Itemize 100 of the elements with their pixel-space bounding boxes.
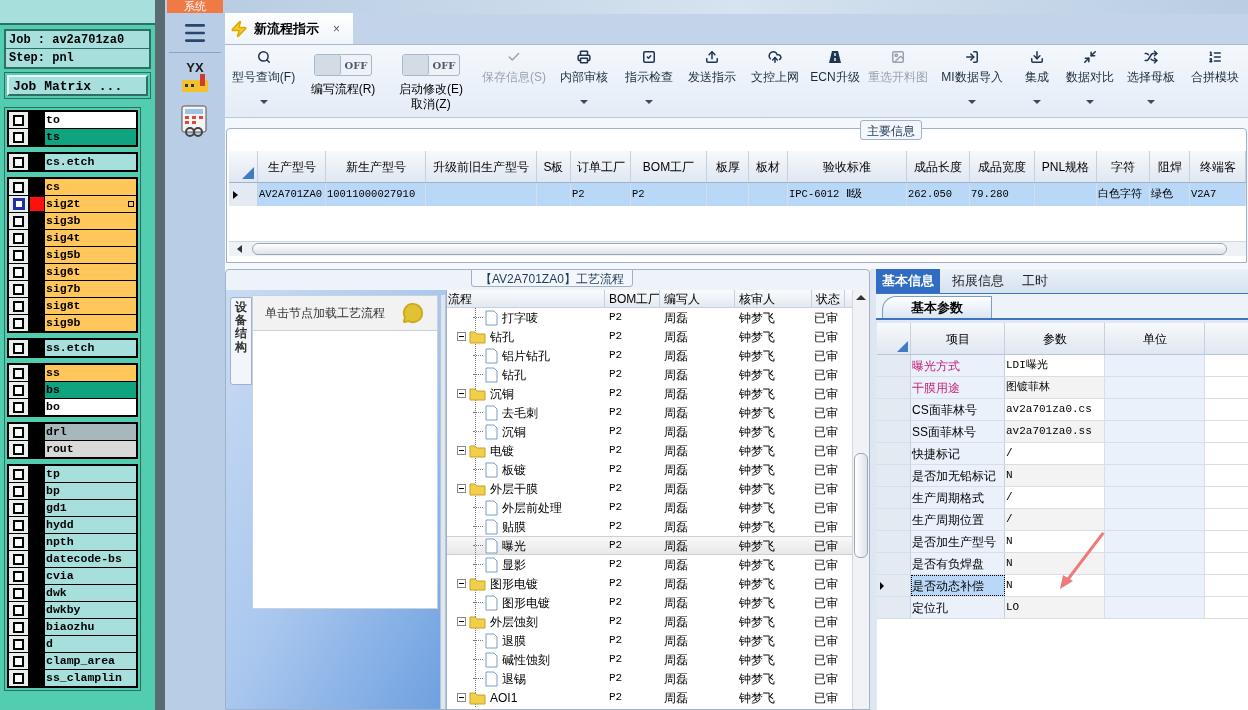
toolbar-button[interactable]: 集成 [1012,45,1062,117]
process-row[interactable]: 外层前处理 P2 周磊 钟梦飞 已审 [447,498,852,517]
tab[interactable]: 工时 [1016,269,1054,293]
column-header[interactable]: 状态 [812,290,845,307]
column-header[interactable]: 项目 [911,323,1005,354]
layer-row[interactable]: ss.etch [9,340,136,356]
layer-checkbox[interactable] [13,553,24,565]
layer-checkbox[interactable] [13,536,24,548]
layer-checkbox[interactable] [13,502,24,514]
toggle-switch[interactable]: OFF [314,54,372,76]
layer-row[interactable]: bo [9,399,136,415]
layer-name[interactable]: tp [45,466,136,482]
layer-name[interactable]: sig2t [45,196,136,212]
collapse-icon[interactable] [457,617,466,626]
layer-row[interactable]: cvia [9,568,136,584]
document-tab[interactable]: 新流程指示 × [225,13,353,44]
layer-checkbox[interactable] [13,317,24,329]
column-header[interactable]: 板厚 [707,151,749,182]
vertical-scrollbar[interactable] [852,290,869,709]
process-row[interactable]: 沉铜 P2 周磊 钟梦飞 已审 [447,422,852,441]
toggle-switch[interactable]: OFF [402,54,460,76]
layer-name[interactable]: bp [45,483,136,499]
vertical-tab[interactable]: 设备结构 [230,297,252,385]
layer-checkbox[interactable] [13,342,24,354]
toolbar-button[interactable]: 选择母板 [1118,45,1184,117]
toggle-label[interactable]: 取消(Z) [411,97,451,112]
toolbar-button[interactable]: 内部审核 [550,45,618,117]
column-header[interactable]: 成品宽度 [970,151,1035,182]
layer-name[interactable]: ss [45,365,136,381]
layer-row[interactable]: ss_clamplin [9,670,136,686]
layer-checkbox[interactable] [13,519,24,531]
layer-checkbox[interactable] [13,181,24,193]
layer-name[interactable]: dwk [45,585,136,601]
process-row[interactable]: 显影 P2 周磊 钟梦飞 已审 [447,555,852,574]
layer-name[interactable]: ts [45,129,136,145]
layer-row[interactable]: bs [9,382,136,398]
layer-row[interactable]: sig8t [9,298,136,314]
layer-row[interactable]: ts [9,129,136,145]
layer-name[interactable]: sig3b [45,213,136,229]
layer-name[interactable]: ss_clamplin [45,670,136,686]
layer-row[interactable]: sig7b [9,281,136,297]
process-row[interactable]: 板镀 P2 周磊 钟梦飞 已审 [447,460,852,479]
layer-checkbox[interactable] [13,672,24,684]
layer-row[interactable]: rout [9,441,136,457]
layer-name[interactable]: dwkby [45,602,136,618]
factory-logo[interactable]: YX [179,61,211,95]
layer-checkbox[interactable] [13,300,24,312]
layer-row[interactable]: sig4t [9,230,136,246]
layer-checkbox[interactable] [13,131,24,143]
layer-checkbox[interactable] [13,401,24,413]
process-row[interactable]: 图形电镀 P2 周磊 钟梦飞 已审 [447,593,852,612]
tab-title[interactable]: 新流程指示 [254,18,319,39]
layer-checkbox[interactable] [13,485,24,497]
process-row[interactable]: 图形电镀 P2 周磊 钟梦飞 已审 [447,574,852,593]
layer-name[interactable]: rout [45,441,136,457]
layer-name[interactable]: sig8t [45,298,136,314]
collapse-icon[interactable] [457,484,466,493]
column-header[interactable]: 单位 [1105,323,1205,354]
process-row[interactable]: 退锡 P2 周磊 钟梦飞 已审 [447,669,852,688]
process-row[interactable]: 打字唛 P2 周磊 钟梦飞 已审 [447,308,852,327]
layer-checkbox[interactable] [13,283,24,295]
toggle-label[interactable]: 编写流程(R) [310,82,376,97]
process-row[interactable]: 沉铜 P2 周磊 钟梦飞 已审 [447,384,852,403]
toolbar-button[interactable]: 合拼模块 [1184,45,1246,117]
collapse-icon[interactable] [457,579,466,588]
toolbar-button[interactable]: ECN升级 [806,45,864,117]
layer-row[interactable]: sig9b [9,315,136,331]
layer-row[interactable]: hydd [9,517,136,533]
layer-row[interactable]: datecode-bs [9,551,136,567]
column-header[interactable]: 新生产型号 [326,151,426,182]
layer-checkbox[interactable] [13,621,24,633]
layer-checkbox[interactable] [13,638,24,650]
process-row[interactable]: 外层干膜 P2 周磊 钟梦飞 已审 [447,479,852,498]
layer-checkbox[interactable] [13,384,24,396]
process-row[interactable]: AOI1 P2 周磊 钟梦飞 已审 [447,688,852,707]
job-matrix-button[interactable]: Job Matrix ... [7,75,148,96]
layer-name[interactable]: sig4t [45,230,136,246]
process-row[interactable]: 碱性蚀刻 P2 周磊 钟梦飞 已审 [447,650,852,669]
column-header[interactable]: 编写人 [660,290,735,307]
tab[interactable]: 基本信息 [876,269,940,293]
toolbar-button[interactable]: 型号查询(F) [225,45,302,117]
layer-checkbox[interactable] [13,655,24,667]
column-header[interactable]: 核审人 [735,290,812,307]
layer-name[interactable]: bo [45,399,136,415]
process-row[interactable]: 钻孔 P2 周磊 钟梦飞 已审 [447,327,852,346]
process-row[interactable]: 外层蚀刻 P2 周磊 钟梦飞 已审 [447,612,852,631]
layer-name[interactable]: biaozhu [45,619,136,635]
layer-name[interactable]: cvia [45,568,136,584]
row-header[interactable] [229,183,258,206]
column-header[interactable]: 参数 [1005,323,1105,354]
column-header[interactable]: 订单工厂 [571,151,631,182]
layer-name[interactable]: sig7b [45,281,136,297]
calculator-icon[interactable] [180,105,210,137]
layer-row[interactable]: sig5b [9,247,136,263]
layer-row[interactable]: npth [9,534,136,550]
toolbar-button[interactable]: MI数据导入 [932,45,1012,117]
layer-name[interactable]: datecode-bs [45,551,136,567]
layer-checkbox[interactable] [13,114,24,126]
column-header[interactable]: 生产型号 [258,151,326,182]
layer-name[interactable]: cs.etch [45,154,136,170]
